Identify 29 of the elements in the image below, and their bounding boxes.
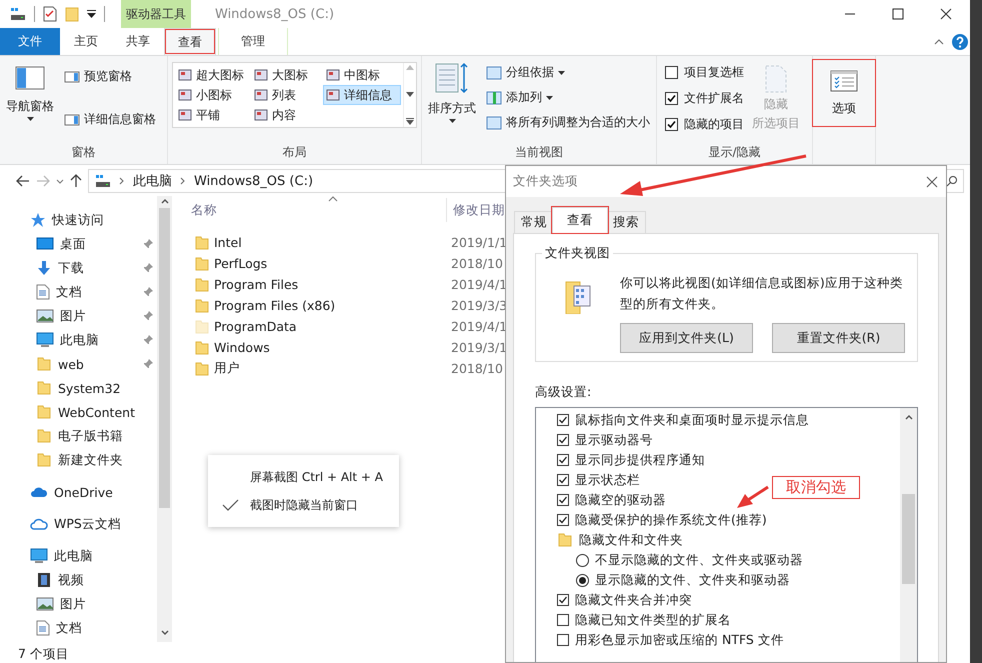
description-text: 你可以将此视图(如详细信息或图标)应用于这种类型的所有文件夹。 [620,274,904,313]
group-label: 布局 [282,144,308,161]
setting-label: 显示隐藏的文件、文件夹和驱动器 [595,572,790,588]
group-label: 当前视图 [514,144,564,161]
setting-label: 隐藏受保护的操作系统文件(推荐) [575,512,767,528]
section-label: 高级设置: [535,384,592,401]
date-cell-text: 2019/3/3 [450,298,508,313]
setting-label: 隐藏空的驱动器 [575,492,666,508]
group-label: 显示/隐藏 [707,144,762,161]
window-title: Windows8_OS (C:) [215,6,334,22]
group-label: 窗格 [70,144,96,161]
dialog-title: 文件夹选项 [513,173,578,190]
setting-label: 显示驱动器号 [575,432,653,448]
date-cell-text: 2019/4/1 [450,319,508,334]
annotation-label: 取消勾选 [772,476,860,499]
date-cell-text: 2018/10 [450,256,503,271]
date-cell-text: 2018/10 [450,361,503,376]
setting-label: 显示同步提供程序通知 [575,452,705,468]
date-cell-text: 2019/3/1 [450,340,508,355]
date-cell-text: 2019/4/1 [450,277,508,292]
date-cell-text: 2019/1/1 [450,235,508,250]
setting-label: 不显示隐藏的文件、文件夹或驱动器 [595,552,803,568]
context-tab-label: 驱动器工具 [121,0,191,28]
setting-label: 隐藏已知文件类型的扩展名 [575,612,731,628]
setting-group-label: 隐藏文件和文件夹 [579,532,683,548]
setting-label: 隐藏文件夹合并冲突 [575,592,692,608]
setting-label: 鼠标指向文件夹和桌面项时显示提示信息 [575,412,809,428]
setting-label: 显示状态栏 [575,472,640,488]
group-title: 文件夹视图 [542,245,613,262]
